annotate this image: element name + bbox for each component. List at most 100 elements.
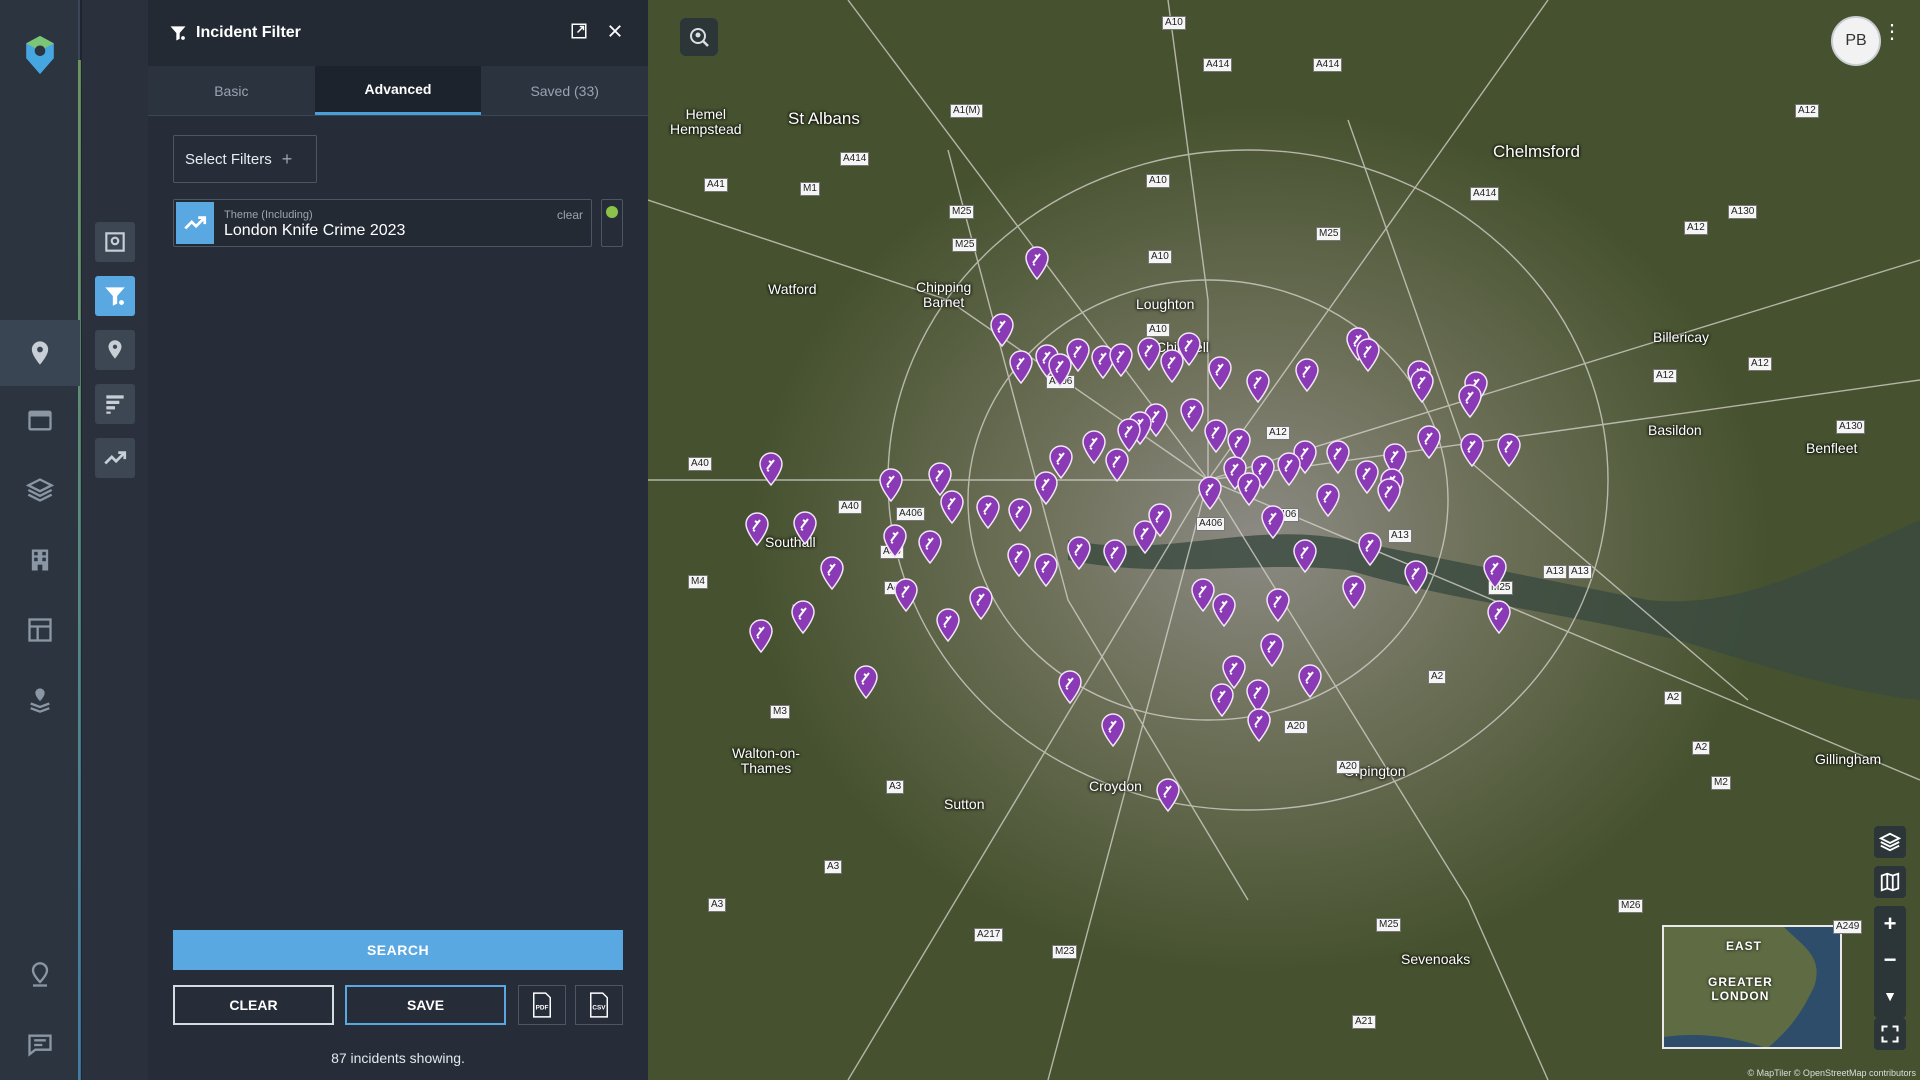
incident-marker[interactable]	[882, 524, 908, 558]
theme-color-swatch[interactable]	[601, 199, 623, 247]
select-filters-button[interactable]: Select Filters +	[173, 135, 317, 183]
theme-clear-link[interactable]: clear	[557, 208, 583, 222]
incident-marker[interactable]	[758, 452, 784, 486]
incident-marker[interactable]	[1108, 343, 1134, 377]
incident-marker[interactable]	[1033, 553, 1059, 587]
close-icon[interactable]	[606, 22, 624, 40]
rail-item-map[interactable]	[0, 320, 80, 386]
incident-marker[interactable]	[1008, 350, 1034, 384]
incident-marker[interactable]	[1209, 683, 1235, 717]
rail-item-location[interactable]	[0, 945, 80, 1005]
incident-marker[interactable]	[927, 462, 953, 496]
incident-marker[interactable]	[1066, 536, 1092, 570]
theme-filter-chip[interactable]: Theme (Including) London Knife Crime 202…	[173, 199, 592, 247]
incident-marker[interactable]	[1211, 593, 1237, 627]
incident-marker[interactable]	[1260, 505, 1286, 539]
incident-marker[interactable]	[1024, 246, 1050, 280]
rail-item-layers[interactable]	[0, 460, 80, 520]
incident-marker[interactable]	[1057, 670, 1083, 704]
app-logo[interactable]	[0, 20, 80, 90]
incident-marker[interactable]	[1276, 452, 1302, 486]
incident-marker[interactable]	[1116, 418, 1142, 452]
incident-marker[interactable]	[1355, 338, 1381, 372]
expand-icon[interactable]	[570, 22, 588, 40]
incident-marker[interactable]	[1236, 472, 1262, 506]
zoom-in-button[interactable]: +	[1874, 906, 1906, 942]
incident-marker[interactable]	[1155, 778, 1181, 812]
incident-marker[interactable]	[1147, 503, 1173, 537]
incident-marker[interactable]	[1416, 425, 1442, 459]
tab-advanced[interactable]: Advanced	[314, 66, 482, 115]
basemap-toggle-button[interactable]	[1874, 866, 1906, 898]
incident-marker[interactable]	[935, 608, 961, 642]
incident-marker[interactable]	[1203, 419, 1229, 453]
incident-marker[interactable]	[1409, 369, 1435, 403]
export-pdf-button[interactable]: PDF	[518, 985, 566, 1025]
incident-marker[interactable]	[975, 495, 1001, 529]
incident-marker[interactable]	[744, 512, 770, 546]
incident-marker[interactable]	[1357, 532, 1383, 566]
tab-saved[interactable]: Saved (33)	[481, 66, 648, 115]
save-button[interactable]: SAVE	[345, 985, 506, 1025]
fullscreen-button[interactable]	[1874, 1018, 1906, 1050]
more-menu-icon[interactable]: ⋮	[1882, 22, 1902, 42]
layers-toggle-button[interactable]	[1874, 826, 1906, 858]
incident-marker[interactable]	[1179, 398, 1205, 432]
rail-item-feedback[interactable]	[0, 1015, 80, 1075]
sort-tool-button[interactable]	[95, 384, 135, 424]
rail-item-dashboard[interactable]	[0, 600, 80, 660]
overview-minimap[interactable]: EAST GREATER LONDON	[1662, 925, 1842, 1049]
export-csv-button[interactable]: CSV	[575, 985, 623, 1025]
map-search-button[interactable]	[680, 18, 718, 56]
incident-marker[interactable]	[790, 600, 816, 634]
incident-marker[interactable]	[1197, 476, 1223, 510]
compass-icon[interactable]: ▼	[1874, 978, 1906, 1014]
incident-marker[interactable]	[819, 556, 845, 590]
incident-marker[interactable]	[1207, 356, 1233, 390]
incident-marker[interactable]	[1315, 483, 1341, 517]
clear-button[interactable]: CLEAR	[173, 985, 334, 1025]
incident-marker[interactable]	[989, 313, 1015, 347]
map-search-tool-button[interactable]	[95, 222, 135, 262]
incident-marker[interactable]	[1354, 460, 1380, 494]
incident-marker[interactable]	[792, 511, 818, 545]
incident-marker[interactable]	[1007, 498, 1033, 532]
incident-marker[interactable]	[748, 619, 774, 653]
incident-marker[interactable]	[1259, 633, 1285, 667]
incident-marker[interactable]	[1081, 430, 1107, 464]
incident-marker[interactable]	[893, 578, 919, 612]
incident-marker[interactable]	[1246, 708, 1272, 742]
incident-marker[interactable]	[1496, 433, 1522, 467]
incident-marker[interactable]	[1457, 384, 1483, 418]
incident-marker[interactable]	[1292, 539, 1318, 573]
incident-marker[interactable]	[1486, 600, 1512, 634]
incident-marker[interactable]	[917, 530, 943, 564]
incident-marker[interactable]	[1297, 664, 1323, 698]
trend-tool-button[interactable]	[95, 438, 135, 478]
incident-marker[interactable]	[968, 586, 994, 620]
incident-marker[interactable]	[1341, 575, 1367, 609]
user-avatar[interactable]: PB	[1831, 16, 1881, 66]
incident-marker[interactable]	[1065, 338, 1091, 372]
pin-tool-button[interactable]	[95, 330, 135, 370]
incident-marker[interactable]	[1176, 332, 1202, 366]
search-button[interactable]: SEARCH	[173, 930, 623, 970]
incident-marker[interactable]	[1104, 448, 1130, 482]
incident-marker[interactable]	[878, 468, 904, 502]
rail-item-stacked-pins[interactable]	[0, 670, 80, 730]
tab-basic[interactable]: Basic	[148, 66, 315, 115]
rail-item-calendar[interactable]	[0, 390, 80, 450]
zoom-out-button[interactable]: −	[1874, 942, 1906, 978]
incident-filter-tool-button[interactable]	[95, 276, 135, 316]
incident-marker[interactable]	[1459, 433, 1485, 467]
incident-marker[interactable]	[1033, 471, 1059, 505]
rail-item-buildings[interactable]	[0, 530, 80, 590]
incident-marker[interactable]	[1245, 369, 1271, 403]
incident-marker[interactable]	[1006, 543, 1032, 577]
incident-marker[interactable]	[1294, 358, 1320, 392]
incident-marker[interactable]	[1403, 560, 1429, 594]
incident-marker[interactable]	[853, 665, 879, 699]
incident-marker[interactable]	[1265, 588, 1291, 622]
map-view[interactable]: PB ⋮ + − ▼ EAST GREATER LONDON © MapTile…	[648, 0, 1920, 1080]
incident-marker[interactable]	[1102, 539, 1128, 573]
